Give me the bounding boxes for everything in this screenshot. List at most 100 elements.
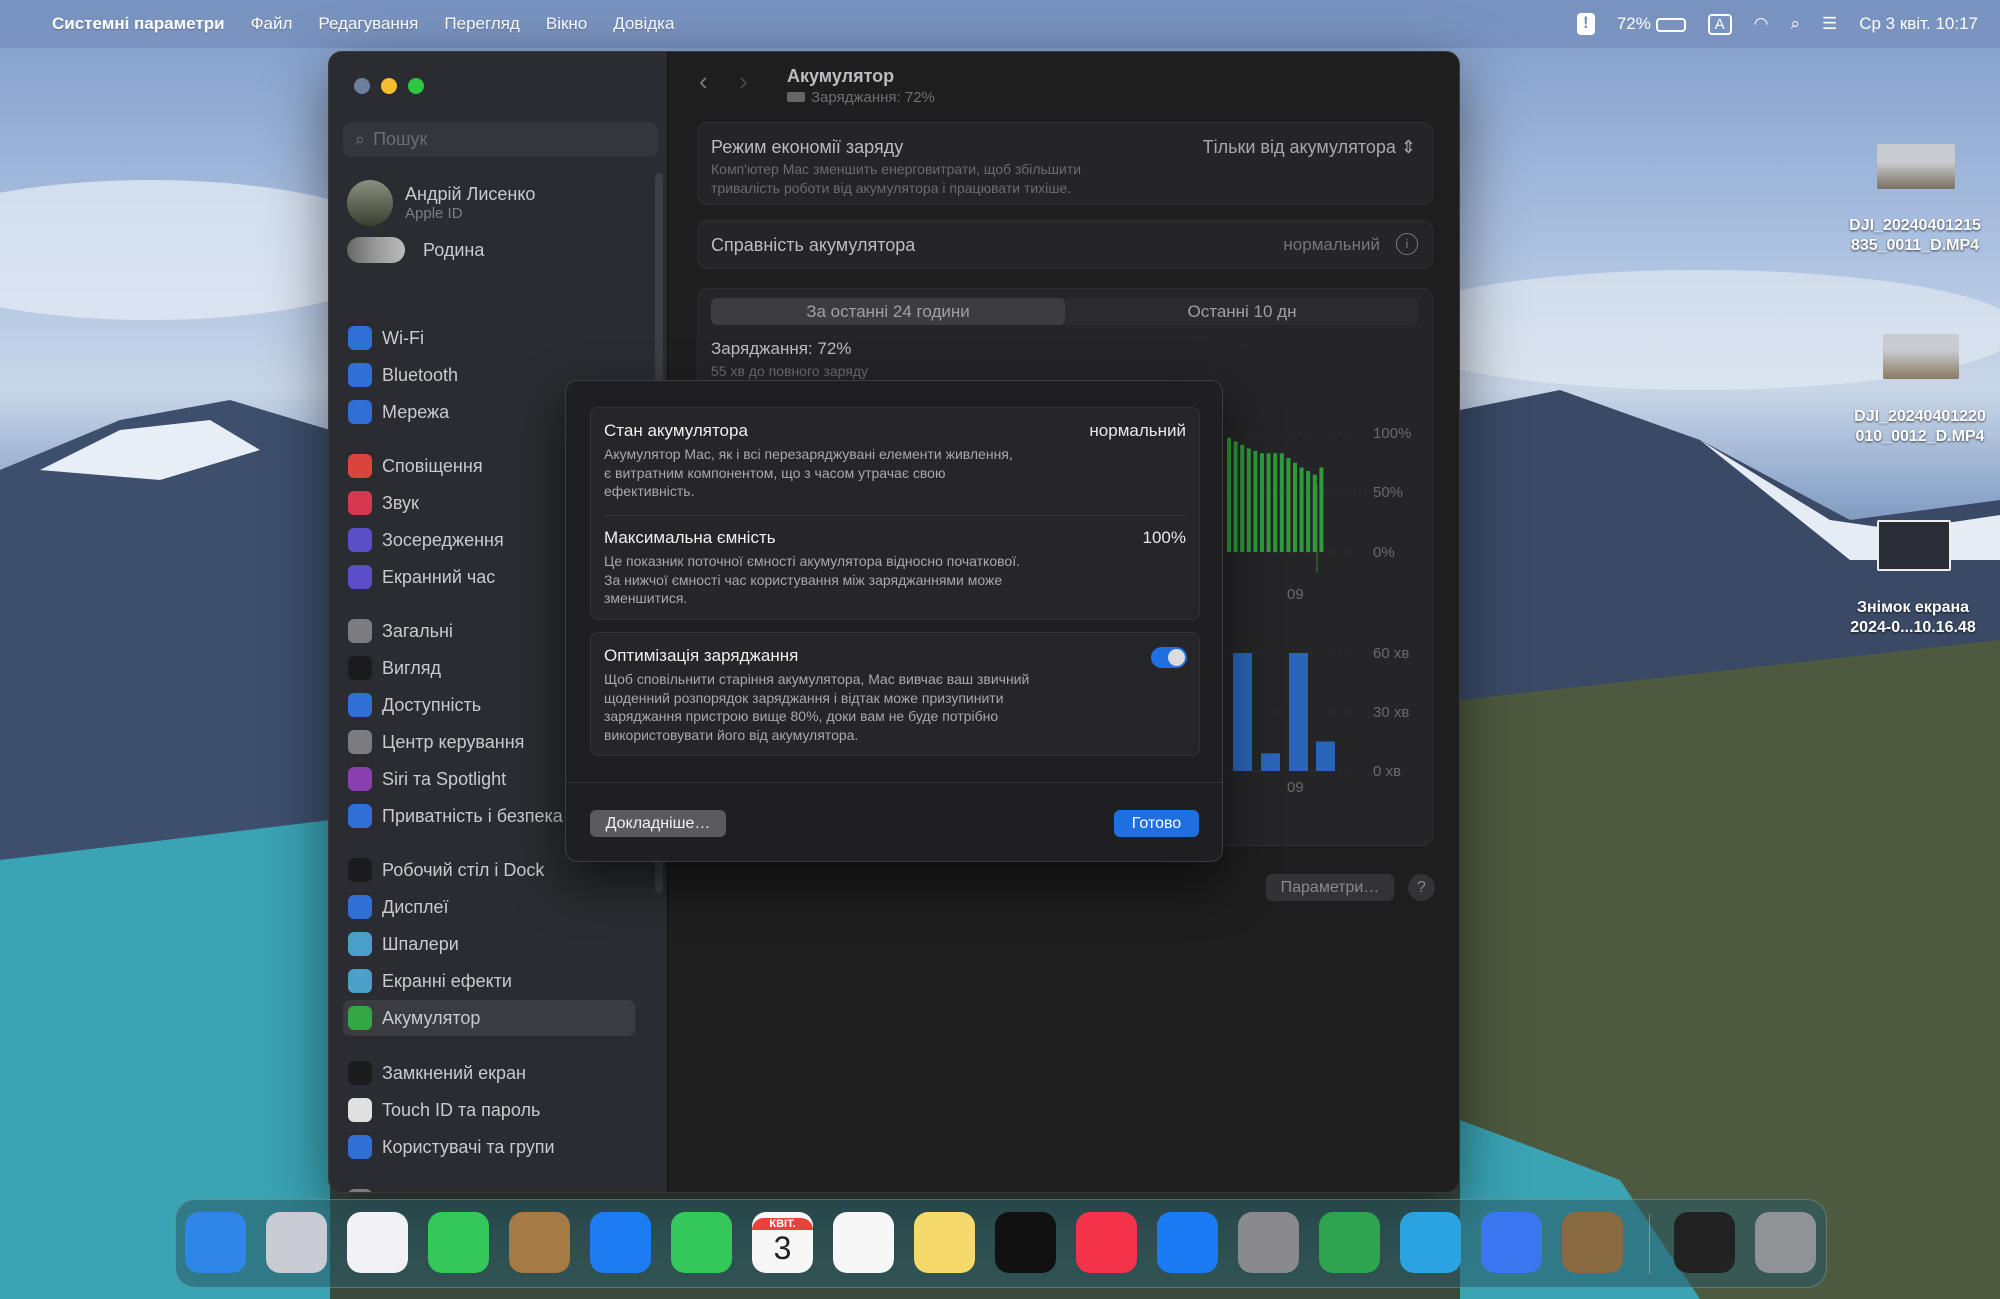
menu-app-name[interactable]: Системні параметри bbox=[52, 14, 225, 34]
menu-edit[interactable]: Редагування bbox=[318, 14, 418, 34]
search-icon: ⌕ bbox=[355, 129, 366, 149]
numbers-icon[interactable] bbox=[1319, 1212, 1380, 1273]
y-tick-label: 50% bbox=[1373, 484, 1404, 501]
desc-line: Це показник поточної ємності акумулятора… bbox=[604, 553, 1020, 569]
desc-line: зменшитися. bbox=[604, 590, 688, 607]
moon-icon bbox=[348, 528, 372, 552]
trash-icon[interactable] bbox=[1755, 1212, 1816, 1273]
sidebar-item-label: Touch ID та пароль bbox=[382, 1099, 541, 1120]
sidebar-item-label: Загальні bbox=[382, 620, 453, 641]
done-button[interactable]: Готово bbox=[1114, 810, 1199, 837]
file-name: 2024-0...10.16.48 bbox=[1850, 619, 1976, 636]
dock: КВІТ. 3 bbox=[175, 1199, 1827, 1288]
battery-icon bbox=[348, 1006, 372, 1030]
menu-help[interactable]: Довідка bbox=[613, 14, 674, 34]
sidebar-item[interactable]: Екранні ефекти bbox=[343, 963, 635, 999]
user-name: Андрій Лисенко bbox=[405, 184, 536, 204]
input-source-icon[interactable]: A bbox=[1707, 13, 1732, 35]
game-icon[interactable] bbox=[1562, 1212, 1623, 1273]
y-tick-label: 100% bbox=[1373, 425, 1412, 442]
mail-icon[interactable] bbox=[590, 1212, 651, 1273]
desc-line: ефективність. bbox=[604, 483, 695, 500]
notes-icon[interactable] bbox=[914, 1212, 975, 1273]
wifi-icon[interactable]: ◠ bbox=[1754, 14, 1769, 34]
calendar-icon[interactable]: КВІТ. 3 bbox=[752, 1212, 813, 1273]
charge-bar bbox=[1319, 467, 1324, 552]
charge-bar bbox=[1293, 462, 1297, 552]
sidebar-item[interactable]: Wi-Fi bbox=[343, 320, 635, 356]
contacts-icon[interactable] bbox=[509, 1212, 570, 1273]
signal-icon[interactable] bbox=[1481, 1212, 1542, 1273]
messages-icon[interactable] bbox=[428, 1212, 489, 1273]
bell-icon bbox=[348, 454, 372, 478]
apple-id-label: Apple ID bbox=[405, 205, 463, 222]
charge-bar bbox=[1299, 467, 1304, 552]
alert-icon[interactable]: ! bbox=[1576, 13, 1595, 35]
spotlight-icon[interactable]: ⌕ bbox=[1790, 14, 1800, 34]
finder-icon[interactable] bbox=[185, 1212, 246, 1273]
sidebar-item[interactable]: Touch ID та пароль bbox=[343, 1092, 635, 1128]
help-button[interactable]: ? bbox=[1408, 874, 1435, 901]
control-center-icon[interactable]: ☰ bbox=[1822, 14, 1837, 34]
sidebar-item[interactable]: Користувачі та групи bbox=[343, 1129, 635, 1165]
apple-id-item[interactable]: Андрій Лисенко Apple ID bbox=[347, 180, 535, 226]
sidebar-item-label: Екранні ефекти bbox=[382, 970, 512, 991]
music-icon[interactable] bbox=[1076, 1212, 1137, 1273]
video-thumbnail bbox=[1877, 144, 1955, 189]
zoom-button[interactable] bbox=[408, 78, 424, 94]
dock-separator bbox=[1649, 1214, 1650, 1274]
sidebar-item-label: Користувачі та групи bbox=[382, 1136, 555, 1157]
charge-bar bbox=[1240, 444, 1245, 552]
facetime-icon[interactable] bbox=[671, 1212, 732, 1273]
desc-line: щоденний розпорядок заряджання і відтак … bbox=[604, 689, 1004, 706]
app-store-icon[interactable] bbox=[1157, 1212, 1218, 1273]
battery-status[interactable]: 72% bbox=[1617, 14, 1686, 34]
sidebar-item[interactable]: Акумулятор bbox=[343, 1000, 635, 1036]
sidebar-item-label: Замкнений екран bbox=[382, 1062, 526, 1083]
telegram-icon[interactable] bbox=[1400, 1212, 1461, 1273]
close-button[interactable] bbox=[354, 78, 370, 94]
options-button[interactable]: Параметри… bbox=[1266, 874, 1394, 901]
sidebar-item-label: Мережа bbox=[382, 401, 450, 422]
safari-icon[interactable] bbox=[347, 1212, 408, 1273]
apple-tv-icon[interactable] bbox=[995, 1212, 1056, 1273]
lock-icon bbox=[348, 1061, 372, 1085]
launchpad-icon[interactable] bbox=[266, 1212, 327, 1273]
divider bbox=[604, 515, 1186, 516]
sidebar-item-label: Шпалери bbox=[382, 933, 459, 954]
screen-usage-bar bbox=[1233, 653, 1252, 771]
desc-line: використовувати його від акумулятора. bbox=[604, 727, 859, 744]
learn-more-button[interactable]: Докладніше… bbox=[590, 810, 726, 837]
siri-icon bbox=[348, 767, 372, 791]
screenshot-icon[interactable] bbox=[1674, 1212, 1735, 1273]
family-item[interactable]: Родина bbox=[347, 237, 484, 263]
control-center-icon bbox=[348, 730, 372, 754]
sidebar-item-label: Сповіщення bbox=[382, 455, 483, 476]
charge-bar bbox=[1246, 448, 1251, 552]
optimize-toggle[interactable] bbox=[1151, 647, 1187, 668]
search-input[interactable]: ⌕ Пошук bbox=[343, 122, 658, 157]
sidebar-item[interactable]: Шпалери bbox=[343, 926, 635, 962]
appearance-icon bbox=[348, 656, 372, 680]
sidebar-item-label: Зосередження bbox=[382, 529, 504, 550]
reminders-icon[interactable] bbox=[833, 1212, 894, 1273]
minimize-button[interactable] bbox=[381, 78, 397, 94]
clock[interactable]: Ср 3 квіт. 10:17 bbox=[1859, 14, 1978, 34]
sidebar-item[interactable]: Паролі bbox=[343, 1183, 635, 1192]
divider bbox=[566, 782, 1222, 783]
family-label: Родина bbox=[423, 239, 485, 260]
sidebar-item[interactable]: Замкнений екран bbox=[343, 1055, 635, 1091]
menu-view[interactable]: Перегляд bbox=[444, 14, 519, 34]
menu-window[interactable]: Вікно bbox=[546, 14, 587, 34]
system-settings-icon[interactable] bbox=[1238, 1212, 1299, 1273]
users-icon bbox=[348, 1135, 372, 1159]
sidebar-item-label: Центр керування bbox=[382, 731, 525, 752]
file-name: DJI_20240401215 bbox=[1849, 217, 1981, 234]
hand-icon bbox=[348, 804, 372, 828]
x-tick-label: 09 bbox=[1287, 586, 1304, 603]
video-thumbnail bbox=[1883, 334, 1959, 379]
sidebar-item[interactable]: Дисплеї bbox=[343, 889, 635, 925]
menu-file[interactable]: Файл bbox=[251, 14, 293, 34]
charge-bar bbox=[1266, 453, 1271, 552]
health-details-card: Стан акумулятора нормальний Акумулятор M… bbox=[590, 407, 1200, 620]
